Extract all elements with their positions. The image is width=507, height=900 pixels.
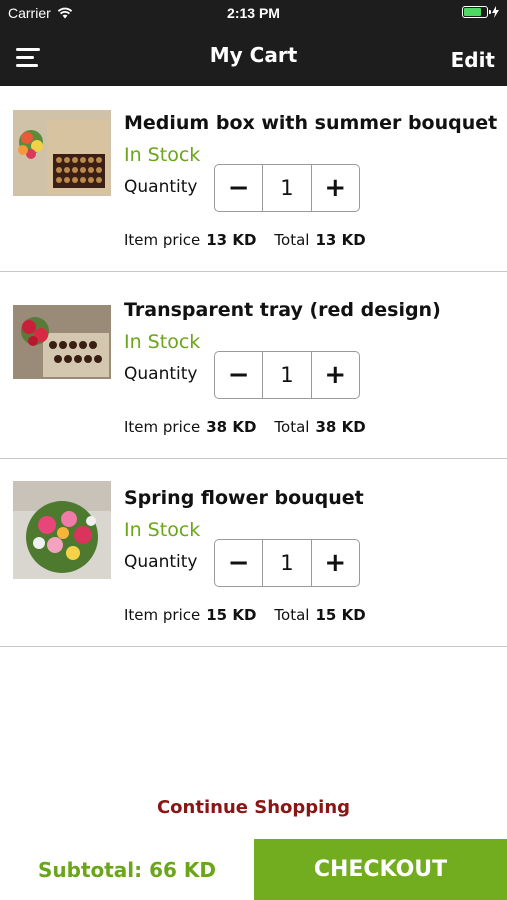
decrease-quantity-button[interactable]: −	[215, 165, 262, 211]
quantity-stepper: − 1 +	[214, 164, 360, 212]
checkout-button[interactable]: CHECKOUT	[254, 839, 507, 900]
quantity-label: Quantity	[124, 364, 198, 384]
quantity-stepper: − 1 +	[214, 539, 360, 587]
quantity-value: 1	[262, 540, 312, 586]
stock-status: In Stock	[124, 144, 201, 166]
item-price-value: 13 KD	[206, 231, 257, 249]
price-row: Item price 38 KD Total 38 KD	[124, 418, 366, 436]
product-image[interactable]	[13, 305, 111, 379]
total-label: Total	[274, 231, 310, 249]
item-price-label: Item price	[124, 418, 201, 436]
increase-quantity-button[interactable]: +	[312, 540, 359, 586]
charging-bolt-icon	[492, 6, 499, 18]
subtotal-label: Subtotal: 66 KD	[37, 857, 217, 882]
product-name[interactable]: Spring flower bouquet	[124, 487, 364, 509]
total-value: 15 KD	[315, 606, 366, 624]
cart-item: Medium box with summer bouquet In Stock …	[0, 86, 507, 272]
edit-button[interactable]: Edit	[451, 48, 495, 72]
quantity-label: Quantity	[124, 552, 198, 572]
decrease-quantity-button[interactable]: −	[215, 540, 262, 586]
total-value: 13 KD	[315, 231, 366, 249]
quantity-value: 1	[262, 352, 312, 398]
battery-icon	[462, 6, 491, 18]
price-row: Item price 13 KD Total 13 KD	[124, 231, 366, 249]
continue-shopping-link[interactable]: Continue Shopping	[0, 797, 507, 818]
battery-area	[462, 6, 499, 18]
increase-quantity-button[interactable]: +	[312, 352, 359, 398]
item-price-label: Item price	[124, 231, 201, 249]
quantity-stepper: − 1 +	[214, 351, 360, 399]
product-image[interactable]	[13, 481, 111, 579]
increase-quantity-button[interactable]: +	[312, 165, 359, 211]
stock-status: In Stock	[124, 331, 201, 353]
total-value: 38 KD	[315, 418, 366, 436]
product-name[interactable]: Transparent tray (red design)	[124, 299, 441, 321]
stock-status: In Stock	[124, 519, 201, 541]
item-price-label: Item price	[124, 606, 201, 624]
cart-item: Transparent tray (red design) In Stock Q…	[0, 273, 507, 459]
status-time: 2:13 PM	[227, 5, 280, 21]
item-price-value: 38 KD	[206, 418, 257, 436]
total-label: Total	[274, 418, 310, 436]
battery-level	[464, 8, 481, 16]
product-image[interactable]	[13, 110, 111, 196]
status-bar: Carrier 2:13 PM	[0, 0, 507, 28]
product-name[interactable]: Medium box with summer bouquet	[124, 112, 497, 134]
quantity-label: Quantity	[124, 177, 198, 197]
cart-item: Spring flower bouquet In Stock Quantity …	[0, 461, 507, 647]
decrease-quantity-button[interactable]: −	[215, 352, 262, 398]
quantity-value: 1	[262, 165, 312, 211]
price-row: Item price 15 KD Total 15 KD	[124, 606, 366, 624]
item-price-value: 15 KD	[206, 606, 257, 624]
page-title: My Cart	[209, 43, 298, 67]
total-label: Total	[274, 606, 310, 624]
navigation-bar: My Cart Edit	[0, 28, 507, 86]
